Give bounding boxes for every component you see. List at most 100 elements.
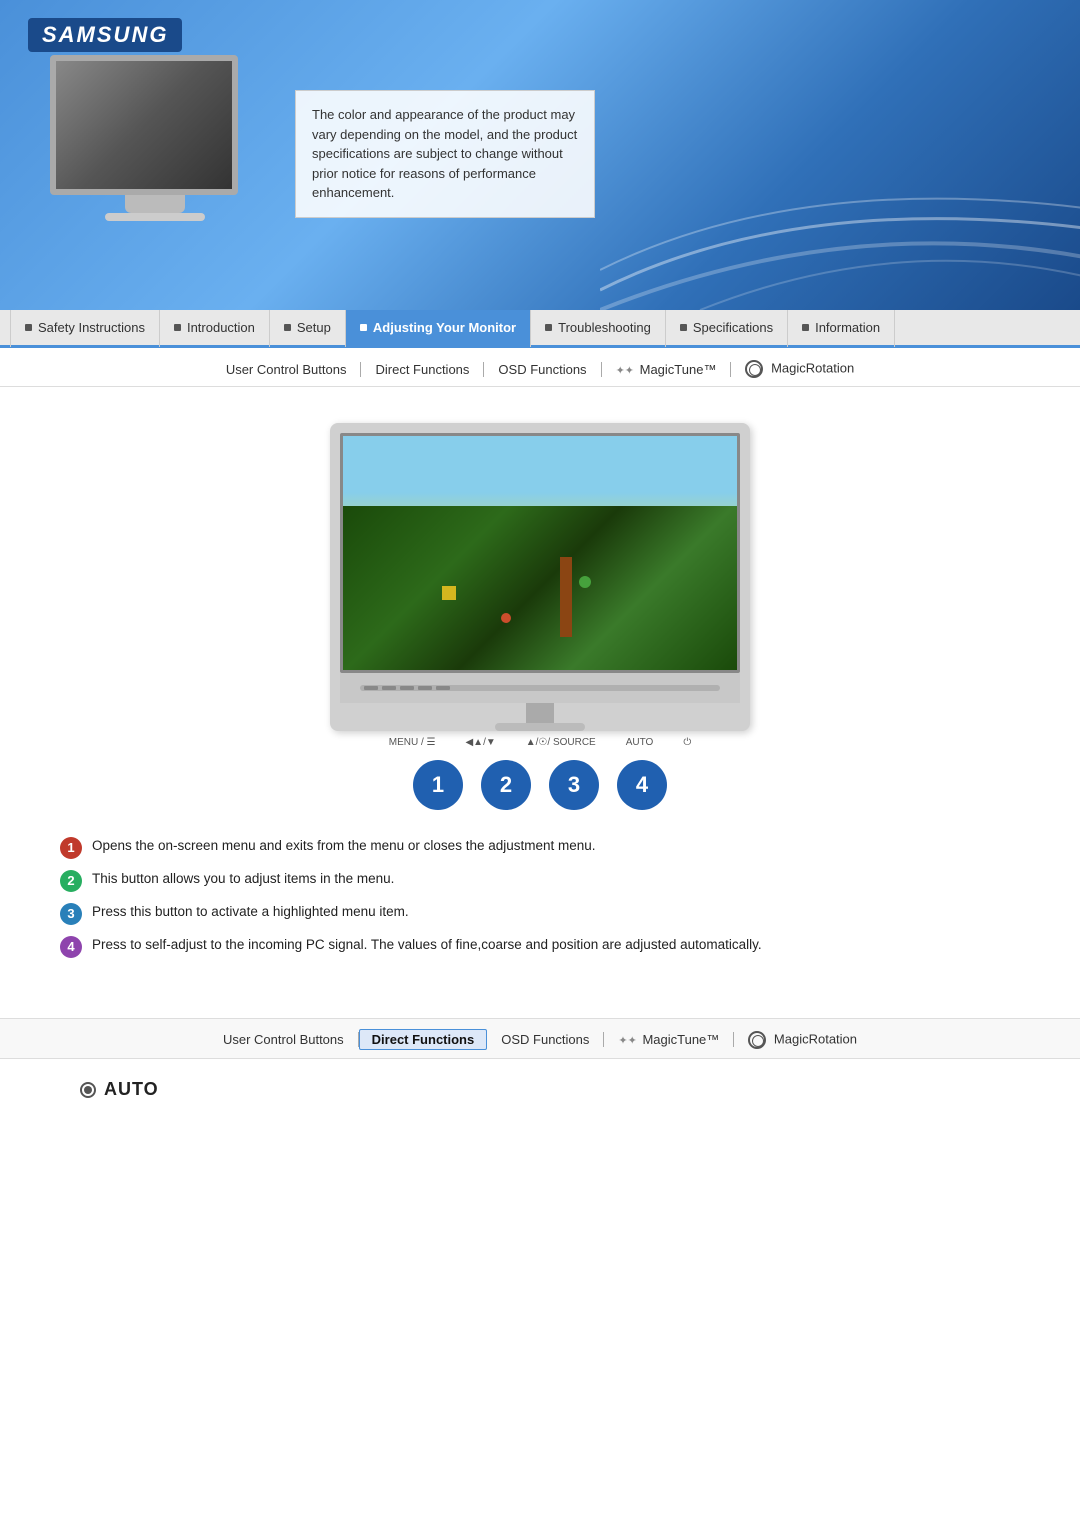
tab-information[interactable]: Information bbox=[788, 309, 895, 347]
sub-nav-label: MagicRotation bbox=[771, 360, 854, 375]
sub-nav-label: User Control Buttons bbox=[226, 362, 347, 377]
tab-adjusting-monitor[interactable]: Adjusting Your Monitor bbox=[346, 309, 531, 347]
monitor-stand-neck bbox=[526, 703, 554, 723]
tab-introduction[interactable]: Introduction bbox=[160, 309, 270, 347]
monitor-btn-4 bbox=[418, 686, 432, 690]
rotation-icon-bottom bbox=[748, 1031, 766, 1049]
monitor-stand-base bbox=[495, 723, 585, 731]
monitor-diagram-container: MENU / ☰ ◀▲/▼ ▲/☉/ SOURCE AUTO ⏻ 1 2 3 4 bbox=[330, 423, 750, 826]
tab-dot bbox=[284, 324, 291, 331]
bottom-sub-nav-label: Direct Functions bbox=[372, 1032, 475, 1047]
garden-tree-trunk bbox=[560, 557, 572, 637]
auto-section: AUTO bbox=[0, 1059, 1080, 1120]
desc-badge-4: 4 bbox=[60, 936, 82, 958]
desc-text-3: Press this button to activate a highligh… bbox=[92, 902, 409, 922]
tab-dot bbox=[25, 324, 32, 331]
control-buttons-row: 1 2 3 4 bbox=[413, 760, 667, 810]
tab-specifications[interactable]: Specifications bbox=[666, 309, 788, 347]
garden-detail-3 bbox=[501, 613, 511, 623]
monitor-btn-5 bbox=[436, 686, 450, 690]
sub-nav-magictune[interactable]: ✦✦ MagicTune™ bbox=[602, 362, 732, 377]
bottom-sub-nav-direct-functions[interactable]: Direct Functions bbox=[359, 1029, 488, 1050]
garden-detail-1 bbox=[442, 586, 456, 600]
sub-nav-user-control-buttons[interactable]: User Control Buttons bbox=[212, 362, 362, 377]
sub-nav-label: MagicTune™ bbox=[640, 362, 717, 377]
sub-nav-magicrotation[interactable]: MagicRotation bbox=[731, 360, 868, 378]
tab-dot bbox=[360, 324, 367, 331]
magictune-icon-bottom: ✦✦ bbox=[618, 1035, 636, 1047]
bottom-sub-nav-magicrotation[interactable]: MagicRotation bbox=[734, 1031, 871, 1049]
tab-label: Introduction bbox=[187, 320, 255, 335]
samsung-logo: SAMSUNG bbox=[28, 18, 182, 52]
desc-item-4: 4 Press to self-adjust to the incoming P… bbox=[60, 935, 1020, 958]
ctrl-label-menu: MENU / ☰ bbox=[389, 737, 436, 748]
monitor-illustration bbox=[50, 55, 260, 235]
bottom-sub-nav-magictune[interactable]: ✦✦ MagicTune™ bbox=[604, 1032, 734, 1047]
tab-setup[interactable]: Setup bbox=[270, 309, 346, 347]
monitor-buttons-row bbox=[360, 685, 720, 691]
rotation-icon bbox=[745, 360, 763, 378]
sub-nav-label: Direct Functions bbox=[375, 362, 469, 377]
tab-dot bbox=[680, 324, 687, 331]
tab-dot bbox=[174, 324, 181, 331]
control-button-1[interactable]: 1 bbox=[413, 760, 463, 810]
bottom-sub-nav-label: MagicRotation bbox=[774, 1031, 857, 1046]
auto-circle-icon bbox=[80, 1082, 96, 1098]
bottom-sub-nav-label: User Control Buttons bbox=[223, 1032, 344, 1047]
tab-troubleshooting[interactable]: Troubleshooting bbox=[531, 309, 666, 347]
desc-text-2: This button allows you to adjust items i… bbox=[92, 869, 394, 889]
auto-text: AUTO bbox=[104, 1079, 159, 1100]
monitor-btn-2 bbox=[382, 686, 396, 690]
nav-tabs: Safety Instructions Introduction Setup A… bbox=[0, 310, 1080, 348]
tab-dot bbox=[802, 324, 809, 331]
bottom-sub-nav: User Control Buttons Direct Functions OS… bbox=[0, 1018, 1080, 1059]
desc-item-2: 2 This button allows you to adjust items… bbox=[60, 869, 1020, 892]
decorative-swoosh bbox=[600, 110, 1080, 310]
sub-nav-osd-functions[interactable]: OSD Functions bbox=[484, 362, 601, 377]
tab-label: Safety Instructions bbox=[38, 320, 145, 335]
sub-nav-label: OSD Functions bbox=[498, 362, 586, 377]
bottom-sub-nav-user-control[interactable]: User Control Buttons bbox=[209, 1032, 359, 1047]
desc-text-4: Press to self-adjust to the incoming PC … bbox=[92, 935, 762, 955]
desc-badge-3: 3 bbox=[60, 903, 82, 925]
bottom-sub-nav-label: MagicTune™ bbox=[642, 1032, 719, 1047]
tab-label: Specifications bbox=[693, 320, 773, 335]
tab-dot bbox=[545, 324, 552, 331]
monitor-diagram-wrap: MENU / ☰ ◀▲/▼ ▲/☉/ SOURCE AUTO ⏻ 1 2 3 4 bbox=[60, 423, 1020, 826]
control-button-2[interactable]: 2 bbox=[481, 760, 531, 810]
bottom-sub-nav-osd[interactable]: OSD Functions bbox=[487, 1032, 604, 1047]
sub-nav-direct-functions[interactable]: Direct Functions bbox=[361, 362, 484, 377]
tab-label: Adjusting Your Monitor bbox=[373, 320, 516, 335]
tab-label: Setup bbox=[297, 320, 331, 335]
main-content: MENU / ☰ ◀▲/▼ ▲/☉/ SOURCE AUTO ⏻ 1 2 3 4… bbox=[0, 387, 1080, 998]
banner-text: The color and appearance of the product … bbox=[312, 107, 577, 200]
header-banner: SAMSUNG The color and appearance of the … bbox=[0, 0, 1080, 310]
descriptions-list: 1 Opens the on-screen menu and exits fro… bbox=[60, 836, 1020, 958]
bottom-sub-nav-label: OSD Functions bbox=[501, 1032, 589, 1047]
ctrl-label-auto: AUTO bbox=[626, 737, 654, 748]
desc-badge-1: 1 bbox=[60, 837, 82, 859]
monitor-screen bbox=[340, 433, 740, 673]
ctrl-label-power: ⏻ bbox=[683, 737, 691, 748]
sub-nav: User Control Buttons Direct Functions OS… bbox=[0, 348, 1080, 387]
monitor-bezel-bottom bbox=[340, 673, 740, 703]
desc-text-1: Opens the on-screen menu and exits from … bbox=[92, 836, 596, 856]
magictune-icon: ✦✦ bbox=[616, 365, 634, 377]
ctrl-label-source: ▲/☉/ SOURCE bbox=[526, 737, 596, 748]
monitor-btn-1 bbox=[364, 686, 378, 690]
ctrl-label-arrows: ◀▲/▼ bbox=[465, 737, 495, 748]
desc-badge-2: 2 bbox=[60, 870, 82, 892]
desc-item-3: 3 Press this button to activate a highli… bbox=[60, 902, 1020, 925]
auto-label: AUTO bbox=[80, 1079, 1000, 1100]
tab-safety-instructions[interactable]: Safety Instructions bbox=[10, 309, 160, 347]
tab-label: Information bbox=[815, 320, 880, 335]
control-button-4[interactable]: 4 bbox=[617, 760, 667, 810]
desc-item-1: 1 Opens the on-screen menu and exits fro… bbox=[60, 836, 1020, 859]
tab-label: Troubleshooting bbox=[558, 320, 651, 335]
monitor-btn-3 bbox=[400, 686, 414, 690]
banner-text-box: The color and appearance of the product … bbox=[295, 90, 595, 218]
control-button-3[interactable]: 3 bbox=[549, 760, 599, 810]
control-text-labels: MENU / ☰ ◀▲/▼ ▲/☉/ SOURCE AUTO ⏻ bbox=[330, 737, 750, 748]
monitor-diagram bbox=[330, 423, 750, 731]
garden-trees bbox=[343, 506, 737, 670]
